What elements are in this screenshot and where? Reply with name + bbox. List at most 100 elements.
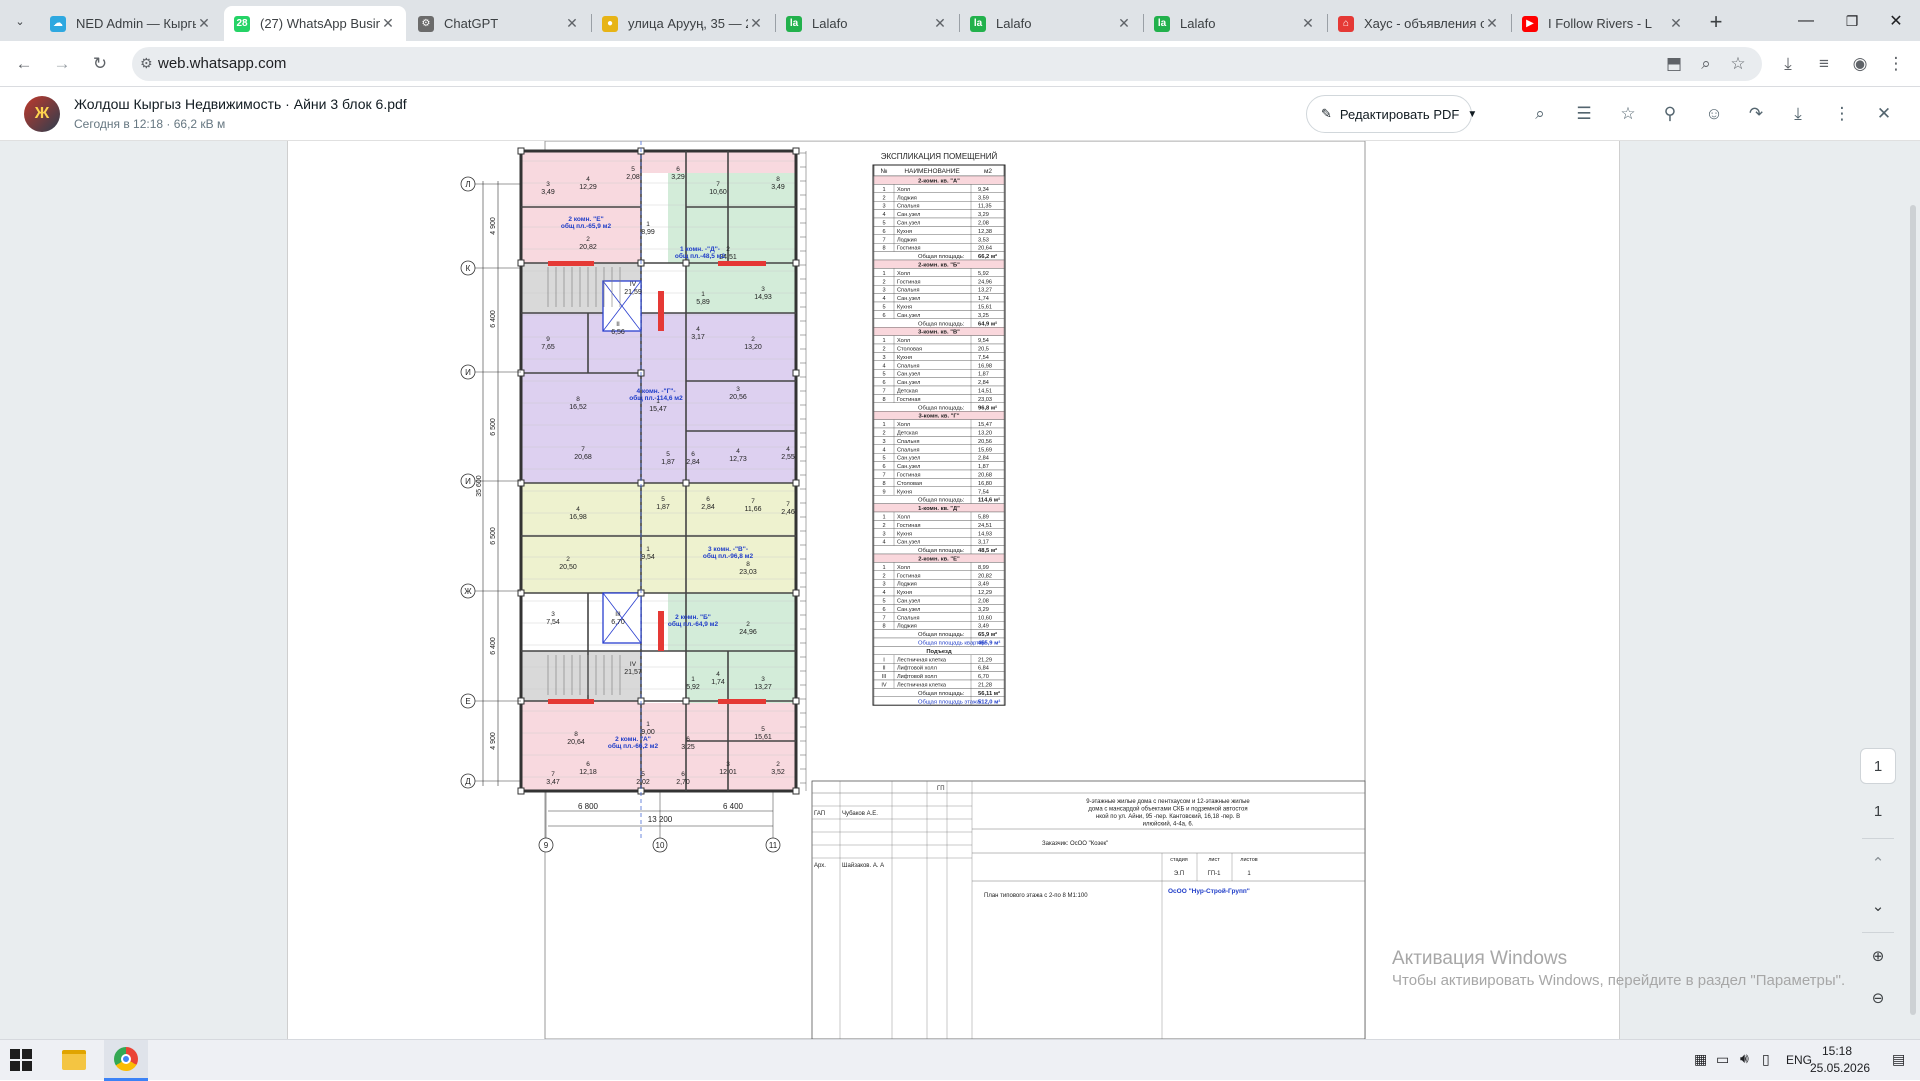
table-header: НАИМЕНОВАНИЕ [904, 168, 960, 175]
emoji-icon[interactable]: ☺ [1700, 100, 1728, 128]
tab-close-icon[interactable]: ✕ [564, 15, 580, 32]
language-indicator[interactable]: ENG [1786, 1053, 1812, 1067]
room-number: 4 [576, 506, 580, 513]
profile-icon[interactable]: ◉ [1846, 50, 1874, 78]
tab-7[interactable]: ⌂ Хаус - объявления о ✕ [1328, 6, 1510, 41]
avatar[interactable]: Ж [24, 96, 60, 132]
total-label: Общая площадь этажа: [918, 699, 982, 705]
room-area: 2,70 [676, 779, 690, 786]
clock-date[interactable]: 25.05.2026 [1810, 1061, 1870, 1075]
close-viewer-icon[interactable]: ✕ [1870, 100, 1898, 128]
tab-6[interactable]: la Lalafo ✕ [1144, 6, 1326, 41]
minimize-button[interactable]: — [1786, 6, 1826, 36]
room-area: 8,99 [641, 229, 655, 236]
cell-number: III [882, 674, 887, 680]
search-icon[interactable]: ⌕ [1526, 100, 1554, 128]
cell-number: 3 [882, 204, 885, 210]
apartment-zone [641, 151, 796, 173]
cell-area: 5,89 [978, 515, 989, 521]
tab-5[interactable]: la Lalafo ✕ [960, 6, 1142, 41]
page-down-button[interactable]: ⌄ [1860, 888, 1896, 924]
chrome-taskbar-button[interactable] [104, 1040, 148, 1081]
tab-close-icon[interactable]: ✕ [380, 15, 396, 32]
media-control-icon[interactable]: ≡ [1810, 50, 1838, 78]
zoom-out-button[interactable]: ⊖ [1860, 980, 1896, 1016]
pin-icon[interactable]: ⚲ [1656, 100, 1684, 128]
page-up-button[interactable]: ⌃ [1860, 845, 1896, 881]
install-app-icon[interactable]: ⬒ [1660, 50, 1688, 78]
room-number: 1 [646, 221, 650, 228]
tab-8[interactable]: ▶ I Follow Rivers - L ✕ [1512, 6, 1694, 41]
tab-close-icon[interactable]: ✕ [1668, 15, 1684, 32]
message-icon[interactable]: ☰ [1570, 100, 1598, 128]
more-options-icon[interactable]: ⋮ [1828, 100, 1856, 128]
cell-area: 5,92 [978, 271, 989, 277]
address-bar[interactable]: ⚙ [132, 47, 1762, 81]
tab-close-icon[interactable]: ✕ [748, 15, 764, 32]
tab-1[interactable]: 28 (27) WhatsApp Busin ✕ [224, 6, 406, 41]
file-explorer-button[interactable] [62, 1050, 86, 1070]
bookmark-star-icon[interactable]: ☆ [1724, 50, 1752, 78]
forward-icon[interactable]: ↷ [1742, 100, 1770, 128]
url-text[interactable]: web.whatsapp.com [158, 55, 286, 72]
zoom-in-button[interactable]: ⊕ [1860, 938, 1896, 974]
room-area: 2,02 [636, 779, 650, 786]
cell-name: Гостиная [897, 279, 920, 285]
volume-icon[interactable]: 🔊︎ [1740, 1050, 1749, 1067]
cell-area: 7,54 [978, 355, 989, 361]
reload-button[interactable]: ↻ [86, 50, 114, 78]
tab-search-button[interactable]: ⌄ [8, 10, 32, 32]
room-number: 2 [751, 336, 755, 343]
room-area: 13,27 [754, 684, 772, 691]
tab-4[interactable]: la Lalafo ✕ [776, 6, 958, 41]
download-icon[interactable]: ⤓ [1784, 100, 1812, 128]
back-button[interactable]: ← [10, 50, 38, 78]
tab-2[interactable]: ⚙ ChatGPT ✕ [408, 6, 590, 41]
tab-title: NED Admin — Кыргы [76, 16, 196, 31]
page-current-indicator[interactable]: 1 [1860, 748, 1896, 784]
forward-button[interactable]: → [48, 50, 76, 78]
close-icon: ✕ [1889, 13, 1903, 30]
room-number: 3 [761, 286, 765, 293]
dim-left: 6 500 [490, 418, 497, 436]
room-area: 3,52 [771, 769, 785, 776]
cell-name: Кухня [897, 590, 912, 596]
tab-close-icon[interactable]: ✕ [1300, 15, 1316, 32]
site-info-icon[interactable]: ⚙ [140, 55, 153, 72]
tab-close-icon[interactable]: ✕ [196, 15, 212, 32]
tab-close-icon[interactable]: ✕ [1484, 15, 1500, 32]
table-header: № [881, 168, 888, 175]
close-window-button[interactable]: ✕ [1876, 6, 1916, 36]
cell-name: Лоджия [897, 624, 917, 630]
fire-wall [548, 261, 594, 266]
column [517, 787, 525, 795]
fire-wall [718, 261, 766, 266]
tab-close-icon[interactable]: ✕ [1116, 15, 1132, 32]
notifications-icon[interactable]: ▤ [1892, 1051, 1905, 1068]
downloads-icon[interactable]: ⤓ [1774, 50, 1802, 78]
room-area: 11,66 [745, 506, 762, 513]
tab-3[interactable]: ● улица Арууң, 35 — 2 ✕ [592, 6, 774, 41]
zoom-icon[interactable]: ⌕ [1692, 50, 1720, 78]
tab-0[interactable]: ☁ NED Admin — Кыргы ✕ [40, 6, 222, 41]
start-button[interactable] [10, 1049, 32, 1071]
tray-app-icon[interactable]: ▦ [1694, 1051, 1707, 1068]
room-number: 3 [736, 386, 740, 393]
browser-menu-icon[interactable]: ⋮ [1882, 50, 1910, 78]
fire-wall [548, 699, 594, 704]
clock-time[interactable]: 15:18 [1822, 1044, 1852, 1058]
cell-name: Гостиная [897, 397, 920, 403]
star-icon[interactable]: ☆ [1614, 100, 1642, 128]
edit-pdf-button[interactable]: ✎ Редактировать PDF ▼ [1306, 95, 1477, 133]
room-area: 5,89 [696, 299, 710, 306]
scrollbar[interactable] [1910, 205, 1916, 1015]
new-tab-button[interactable]: + [1702, 8, 1730, 36]
tab-close-icon[interactable]: ✕ [932, 15, 948, 32]
room-number: 5 [631, 166, 635, 173]
network-icon[interactable]: ▭ [1716, 1051, 1729, 1068]
room-number: 7 [716, 181, 720, 188]
battery-icon[interactable]: ▯ [1762, 1051, 1770, 1068]
restore-button[interactable]: ❐ [1832, 6, 1872, 36]
room-area: 13,20 [744, 344, 762, 351]
cell-name: Гостиная [897, 246, 920, 252]
